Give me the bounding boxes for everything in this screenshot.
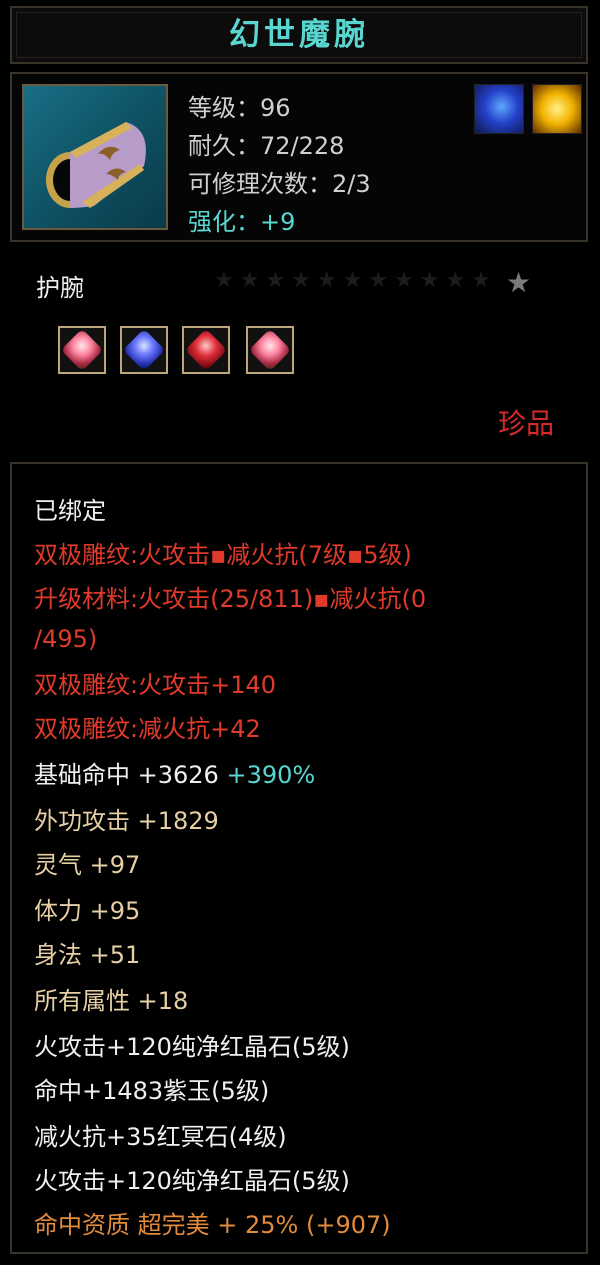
spirit-stat: 灵气 +97 [34,851,141,879]
bound-status: 已绑定 [34,497,106,525]
pink-gem-icon [58,326,106,374]
base-hit-value: 基础命中 +3626 [34,761,219,789]
all-attributes-stat: 所有属性 +18 [34,987,189,1015]
quality-label: 珍品 [497,407,554,440]
ruby-gem-icon [182,326,230,374]
item-type-label: 护腕 [36,274,84,302]
enhance-stat: 强化：+9 [188,208,296,236]
upgrade-material-line: 升级材料:火攻击(25/811)▪减火抗(0 [34,585,427,613]
level-stat: 等级：96 [188,94,291,122]
sapphire-gem-icon [120,326,168,374]
gem-bonus-line: 火攻击+120纯净红晶石(5级) [34,1033,350,1061]
blue-rune-icon [474,84,524,134]
bracer-icon-graphic [46,122,146,208]
gold-dragon-icon [532,84,582,134]
engrave-line: 双极雕纹:火攻击▪减火抗(7级▪5级) [34,541,412,569]
external-attack-stat: 外功攻击 +1829 [34,807,219,835]
title-bar: 幻世魔腕 [10,6,588,64]
base-hit-stat: 基础命中 +3626 +390% [34,760,315,790]
stamina-stat: 体力 +95 [34,897,141,925]
engrave-fire-attack: 双极雕纹:火攻击+140 [34,671,277,699]
gem-bonus-line: 火攻击+120纯净红晶石(5级) [34,1167,350,1195]
pink-gem-icon [246,326,294,374]
item-title: 幻世魔腕 [229,17,369,53]
repair-count-stat: 可修理次数：2/3 [188,170,371,198]
aptitude-line: 命中资质 超完美 + 25% (+907) [34,1211,391,1239]
base-hit-bonus: +390% [226,761,316,789]
agility-stat: 身法 +51 [34,941,141,969]
engrave-fire-resist: 双极雕纹:减火抗+42 [34,715,261,743]
item-tooltip: 幻世魔腕 等级：96 耐久：72/228 可修理次数：2/3 强化：+9 护腕 … [0,0,600,1265]
gem-bonus-line: 减火抗+35红冥石(4级) [34,1123,287,1151]
bracer-icon [22,84,168,230]
star-rating-empty: ★★★★★★★★★★★ [214,268,497,293]
gem-bonus-line: 命中+1483紫玉(5级) [34,1077,270,1105]
star-icon: ★ [506,266,532,299]
durability-stat: 耐久：72/228 [188,132,345,160]
upgrade-material-line-cont: /495) [34,625,98,653]
